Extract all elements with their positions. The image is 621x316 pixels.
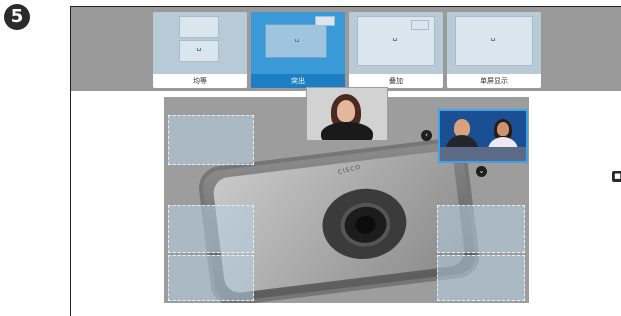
participant-body [321, 122, 373, 140]
monitor-icon [393, 38, 397, 41]
monitor-icon [197, 48, 201, 51]
layout-pane [179, 40, 219, 62]
layout-option-prominent[interactable]: 突出 [251, 12, 345, 88]
step-number-badge: 5 [4, 4, 30, 30]
layout-editor: 均等 突出 叠加 单屏显示 CISCO ‹ ⌄ ■ [70, 6, 621, 316]
layout-pane [411, 20, 429, 30]
layout-option-single-screen[interactable]: 单屏显示 [447, 12, 541, 88]
layout-pane [315, 16, 335, 26]
drop-slot[interactable] [168, 115, 254, 165]
layout-option-overlay[interactable]: 叠加 [349, 12, 443, 88]
layout-option-label: 突出 [251, 74, 345, 88]
studio-desk [440, 147, 526, 161]
layout-option-label: 单屏显示 [447, 74, 541, 88]
drop-slot[interactable] [437, 255, 525, 301]
participant-face [337, 100, 355, 122]
layout-options: 均等 突出 叠加 单屏显示 [153, 12, 541, 88]
layout-pane [179, 16, 219, 38]
layout-thumbnail [251, 12, 345, 74]
drop-slot[interactable] [168, 255, 254, 301]
drop-slot[interactable] [437, 205, 525, 253]
monitor-icon [491, 38, 495, 41]
layout-thumbnail [153, 12, 247, 74]
lock-icon[interactable]: ■ [612, 171, 621, 182]
chevron-down-icon[interactable]: ⌄ [476, 166, 487, 177]
layout-toolbar: 均等 突出 叠加 单屏显示 [71, 7, 621, 91]
chevron-left-icon[interactable]: ‹ [421, 130, 432, 141]
layout-thumbnail [349, 12, 443, 74]
layout-pane [455, 16, 533, 66]
monitor-icon [295, 39, 299, 42]
layout-option-label: 叠加 [349, 74, 443, 88]
participant-face [497, 122, 509, 136]
layout-option-label: 均等 [153, 74, 247, 88]
layout-option-equal[interactable]: 均等 [153, 12, 247, 88]
drop-slot[interactable] [168, 205, 254, 253]
self-view-video[interactable] [306, 87, 388, 141]
remote-participants-video[interactable] [438, 109, 528, 163]
layout-thumbnail [447, 12, 541, 74]
